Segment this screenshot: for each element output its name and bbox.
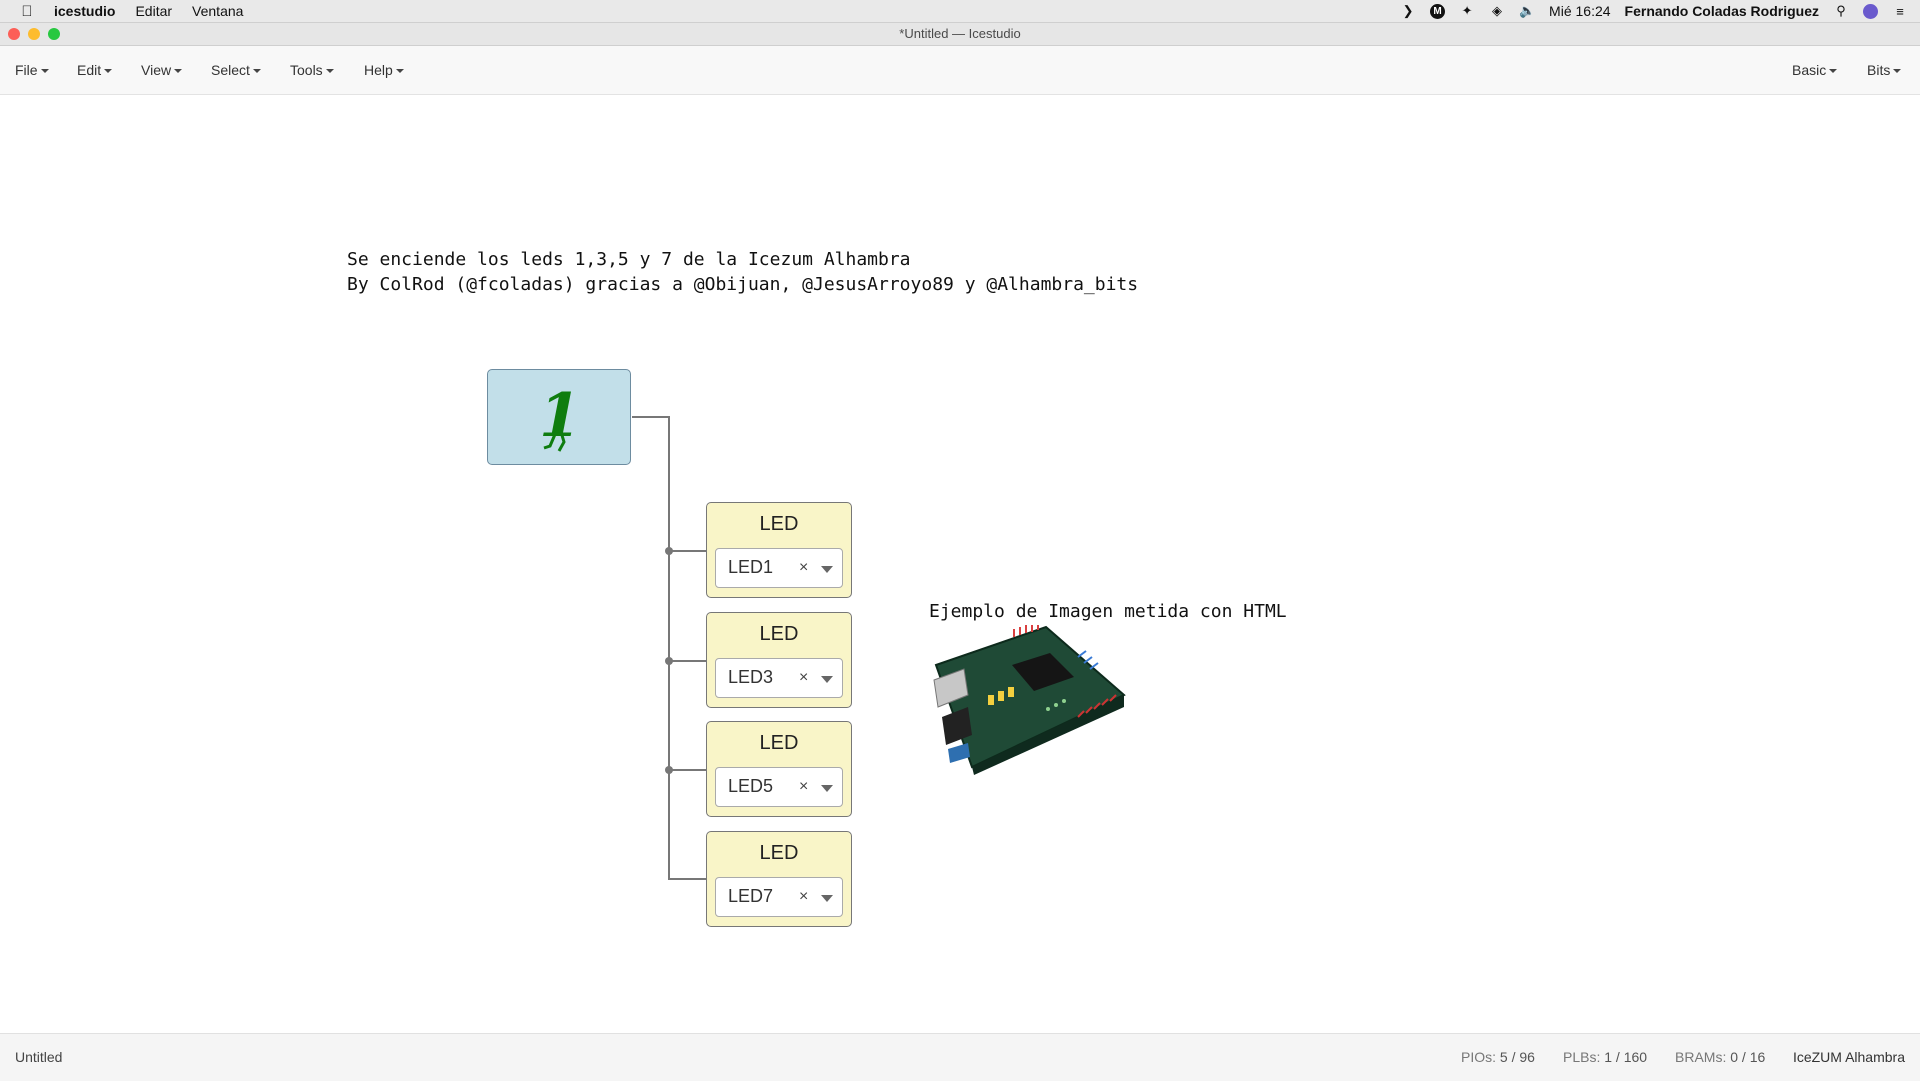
chevron-down-icon (1893, 69, 1902, 74)
wires (632, 416, 706, 880)
plbs-value: 1 / 160 (1604, 1049, 1648, 1065)
menu-help[interactable]: Help (364, 62, 404, 78)
led-pin-value: LED5 (728, 776, 774, 796)
status-file-name: Untitled (15, 1049, 63, 1065)
led-block-7[interactable]: LED LED7 × (706, 831, 852, 927)
chevron-down-icon (174, 69, 183, 74)
led-pin-select[interactable]: LED3 × (715, 658, 843, 698)
clock[interactable]: Mié 16:24 (1549, 3, 1610, 19)
menu-bits[interactable]: Bits (1867, 62, 1902, 78)
status-icons: ❯ M ✦ ◈ 🔈 Mié 16:24 Fernando Coladas Rod… (1400, 0, 1908, 22)
led-title: LED (759, 732, 799, 754)
led-pin-value: LED3 (728, 667, 774, 687)
m-app-icon[interactable]: M (1430, 3, 1446, 19)
os-menu-ventana[interactable]: Ventana (192, 3, 243, 19)
constant-one-block[interactable]: 1 (487, 369, 631, 465)
dropdown-arrow-icon[interactable] (821, 785, 833, 792)
menu-edit-label: Edit (77, 62, 102, 78)
apple-icon[interactable]:  (0, 3, 54, 20)
clear-icon[interactable]: × (799, 778, 808, 796)
status-bar: Untitled PIOs: 5 / 96 PLBs: 1 / 160 BRAM… (0, 1033, 1920, 1081)
os-menubar:  icestudio Editar Ventana ❯ M ✦ ◈ 🔈 Mié… (0, 0, 1920, 23)
led-pin-value: LED7 (728, 886, 774, 906)
window-title: *Untitled — Icestudio (899, 26, 1021, 41)
pios-stat: PIOs: 5 / 96 (1461, 1049, 1535, 1065)
dropdown-arrow-icon[interactable] (821, 676, 833, 683)
led-title: LED (759, 623, 799, 645)
led-block-1[interactable]: LED LED1 × (706, 502, 852, 598)
design-canvas[interactable]: Se enciende los leds 1,3,5 y 7 de la Ice… (0, 95, 1920, 1033)
notification-list-icon[interactable]: ≡ (1892, 4, 1908, 19)
menu-file[interactable]: File (15, 62, 49, 78)
app-menubar: File Edit View Select Tools Help Basic B… (0, 46, 1920, 95)
menu-help-label: Help (364, 62, 393, 78)
chevron-down-icon (40, 69, 49, 74)
dropdown-arrow-icon[interactable] (821, 895, 833, 902)
siri-icon[interactable] (1863, 3, 1878, 19)
chevron-down-icon (395, 69, 404, 74)
menu-bits-label: Bits (1867, 62, 1891, 78)
brams-value: 0 / 16 (1730, 1049, 1766, 1065)
led-pin-select[interactable]: LED5 × (715, 767, 843, 807)
menu-select[interactable]: Select (211, 62, 261, 78)
chevron-down-icon (325, 69, 334, 74)
brams-label: BRAMs: (1675, 1049, 1727, 1065)
chevron-down-icon (1829, 69, 1838, 74)
led-title: LED (759, 842, 799, 864)
volume-icon[interactable]: 🔈 (1519, 3, 1535, 19)
menu-file-label: File (15, 62, 38, 78)
image-caption[interactable]: Ejemplo de Imagen metida con HTML (929, 601, 1287, 622)
clear-icon[interactable]: × (799, 559, 808, 577)
clear-icon[interactable]: × (799, 888, 808, 906)
menu-view-label: View (141, 62, 172, 78)
led-title: LED (759, 513, 799, 535)
board-name[interactable]: IceZUM Alhambra (1793, 1049, 1905, 1065)
fpga-board-image[interactable] (928, 625, 1128, 775)
pios-value: 5 / 96 (1499, 1049, 1535, 1065)
network-icon[interactable]: ✦ (1459, 3, 1475, 19)
wire-junction (665, 657, 673, 665)
search-icon[interactable]: ⚲ (1833, 3, 1849, 19)
menu-tools-label: Tools (290, 62, 323, 78)
menu-basic[interactable]: Basic (1792, 62, 1838, 78)
wire-trunk[interactable] (632, 416, 706, 880)
menu-view[interactable]: View (141, 62, 183, 78)
menu-basic-label: Basic (1792, 62, 1827, 78)
user-name[interactable]: Fernando Coladas Rodriguez (1625, 3, 1819, 19)
led-pin-select[interactable]: LED7 × (715, 877, 843, 917)
brams-stat: BRAMs: 0 / 16 (1675, 1049, 1765, 1065)
chevron-down-icon (104, 69, 113, 74)
led-block-3[interactable]: LED LED3 × (706, 612, 852, 708)
svg-text:1: 1 (539, 381, 581, 451)
menu-tools[interactable]: Tools (290, 62, 334, 78)
chevron-down-icon (252, 69, 261, 74)
chevron-right-icon[interactable]: ❯ (1400, 3, 1416, 19)
plbs-stat: PLBs: 1 / 160 (1563, 1049, 1647, 1065)
pios-label: PIOs: (1461, 1049, 1497, 1065)
led-block-5[interactable]: LED LED5 × (706, 721, 852, 817)
led-pin-select[interactable]: LED1 × (715, 548, 843, 588)
plbs-label: PLBs: (1563, 1049, 1601, 1065)
os-menu-editar[interactable]: Editar (135, 3, 172, 19)
led-pin-value: LED1 (728, 557, 774, 577)
window-titlebar: *Untitled — Icestudio (0, 23, 1920, 46)
os-menu-app[interactable]: icestudio (54, 3, 115, 19)
wire-junction (665, 547, 673, 555)
clear-icon[interactable]: × (799, 669, 808, 687)
wifi-icon[interactable]: ◈ (1489, 3, 1505, 19)
menu-edit[interactable]: Edit (77, 62, 113, 78)
dropdown-arrow-icon[interactable] (821, 566, 833, 573)
menu-select-label: Select (211, 62, 250, 78)
constant-one-icon: 1 (539, 381, 581, 452)
wire-junction (665, 766, 673, 774)
